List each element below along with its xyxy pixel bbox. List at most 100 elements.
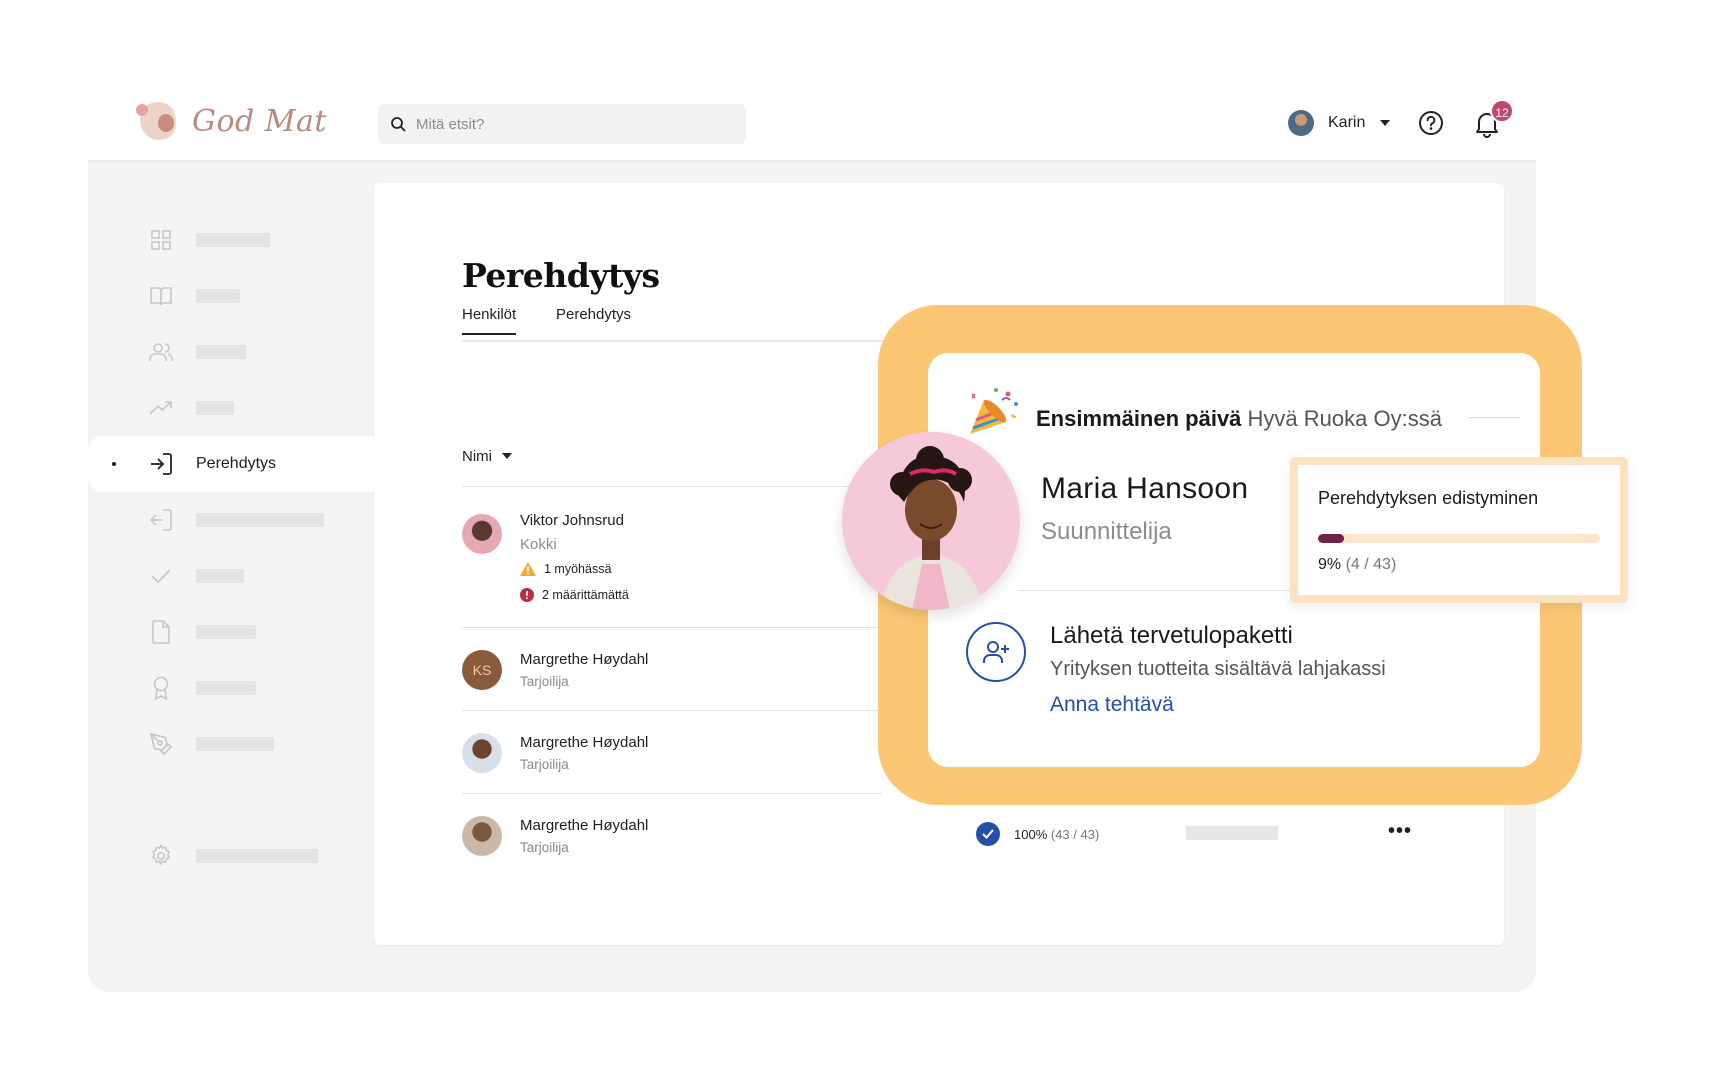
person-role: Kokki	[520, 536, 557, 553]
table-row[interactable]: Margrethe Høydahl Tarjoilija	[462, 711, 882, 794]
onboarding-progress-card	[1290, 457, 1628, 603]
avatar	[462, 514, 502, 554]
check-circle-icon	[976, 822, 1000, 846]
person-name: Margrethe Høydahl	[520, 734, 649, 751]
error-icon	[520, 588, 534, 602]
sidebar-placeholder	[196, 345, 246, 359]
sidebar-item-label: Perehdytys	[196, 455, 277, 472]
progress-percent: 100%	[1014, 826, 1048, 842]
sidebar-item-library[interactable]	[88, 268, 378, 324]
divider	[1018, 590, 1296, 591]
column-header-label: Nimi	[462, 448, 492, 465]
users-icon	[148, 339, 174, 365]
divider	[1468, 417, 1520, 418]
sidebar-item-achievements[interactable]	[88, 660, 378, 716]
avatar	[462, 816, 502, 856]
add-user-icon[interactable]	[966, 622, 1026, 682]
progress-bar	[1318, 534, 1600, 543]
sidebar-placeholder	[196, 233, 270, 247]
logo-text: God Mat	[192, 103, 327, 139]
status-late: 1 myöhässä	[520, 562, 611, 576]
task-description: Yrityksen tuotteita sisältävä lahjakassi	[1050, 658, 1386, 680]
avatar-initials: KS	[462, 650, 502, 690]
sidebar-item-documents[interactable]	[88, 604, 378, 660]
progress-title: Perehdytyksen edistyminen	[1318, 488, 1539, 508]
logout-icon	[148, 507, 174, 533]
progress-count: (43 / 43)	[1050, 826, 1100, 842]
sidebar-placeholder	[196, 289, 240, 303]
sidebar-placeholder	[196, 401, 234, 415]
sort-name-header[interactable]: Nimi	[462, 448, 512, 465]
sidebar-placeholder	[196, 681, 256, 695]
status-undefined-label: 2 määrittämättä	[542, 588, 629, 602]
person-role: Tarjoilija	[520, 757, 569, 772]
progress-summary: 9% (4 / 43)	[1318, 556, 1396, 574]
search-icon	[391, 117, 406, 132]
search-input[interactable]	[416, 115, 716, 133]
party-popper-icon	[970, 388, 1018, 434]
employee-name: Maria Hansoon	[1041, 472, 1249, 505]
page-title: Perehdytys	[462, 256, 660, 295]
sidebar-placeholder	[196, 737, 274, 751]
row-progress: 100% (43 / 43)	[976, 822, 1099, 846]
sidebar: Perehdytys	[88, 212, 378, 884]
active-indicator	[112, 462, 116, 466]
more-options-icon[interactable]: •••	[1388, 820, 1412, 843]
avatar	[1288, 110, 1314, 136]
welcome-title: Ensimmäinen päivä Hyvä Ruoka Oy:ssä	[1036, 406, 1442, 432]
person-role: Tarjoilija	[520, 840, 569, 855]
tab-henkilot[interactable]: Henkilöt	[462, 306, 517, 335]
status-late-label: 1 myöhässä	[544, 562, 612, 576]
sidebar-placeholder	[196, 569, 244, 583]
award-icon	[148, 675, 174, 701]
progress-percent: 9%	[1318, 556, 1342, 573]
sidebar-item-dashboard[interactable]	[88, 212, 378, 268]
grid-icon	[148, 227, 174, 253]
employee-photo	[842, 432, 1020, 610]
sidebar-item-design[interactable]	[88, 716, 378, 772]
caret-down-icon	[1380, 120, 1391, 126]
search-bar[interactable]	[378, 104, 746, 144]
sidebar-placeholder	[196, 513, 324, 527]
sidebar-item-offboarding[interactable]	[88, 492, 378, 548]
sidebar-item-people[interactable]	[88, 324, 378, 380]
caret-down-icon	[502, 453, 512, 459]
settings-icon	[148, 843, 174, 869]
progress-count: (4 / 43)	[1345, 556, 1397, 573]
logo-mark-icon	[136, 100, 178, 142]
sidebar-item-perehdytys[interactable]: Perehdytys	[88, 436, 378, 492]
tab-bar: Henkilöt Perehdytys	[462, 306, 902, 342]
user-menu[interactable]: Karin	[1288, 110, 1391, 136]
check-icon	[148, 563, 174, 589]
sidebar-item-tasks[interactable]	[88, 548, 378, 604]
welcome-company: Hyvä Ruoka Oy:ssä	[1247, 406, 1442, 431]
welcome-title-bold: Ensimmäinen päivä	[1036, 406, 1242, 431]
file-icon	[148, 619, 174, 645]
book-icon	[148, 283, 174, 309]
notification-badge: 12	[1490, 99, 1514, 123]
progress-bar-fill	[1318, 534, 1345, 543]
employee-role: Suunnittelija	[1041, 518, 1172, 545]
assign-task-link[interactable]: Anna tehtävä	[1050, 693, 1174, 717]
table-row[interactable]: KS Margrethe Høydahl Tarjoilija	[462, 628, 882, 711]
login-icon	[148, 451, 174, 477]
app-logo[interactable]: God Mat	[136, 100, 327, 142]
sidebar-placeholder	[196, 625, 256, 639]
help-icon[interactable]	[1418, 110, 1444, 136]
trending-up-icon	[148, 395, 174, 421]
table-row[interactable]: Margrethe Høydahl Tarjoilija	[462, 794, 882, 877]
tab-perehdytys[interactable]: Perehdytys	[556, 306, 631, 333]
person-name: Margrethe Høydahl	[520, 651, 649, 668]
sidebar-item-settings[interactable]	[88, 828, 378, 884]
avatar	[462, 733, 502, 773]
warning-icon	[520, 562, 536, 576]
pen-tool-icon	[148, 731, 174, 757]
person-role: Tarjoilija	[520, 674, 569, 689]
sidebar-placeholder	[196, 849, 318, 863]
user-name: Karin	[1328, 114, 1366, 131]
status-undefined: 2 määrittämättä	[520, 588, 629, 602]
row-placeholder	[1186, 826, 1278, 840]
sidebar-item-reports[interactable]	[88, 380, 378, 436]
person-name: Margrethe Høydahl	[520, 817, 649, 834]
table-row[interactable]: Viktor Johnsrud Kokki 1 myöhässä 2 määri…	[462, 486, 882, 628]
